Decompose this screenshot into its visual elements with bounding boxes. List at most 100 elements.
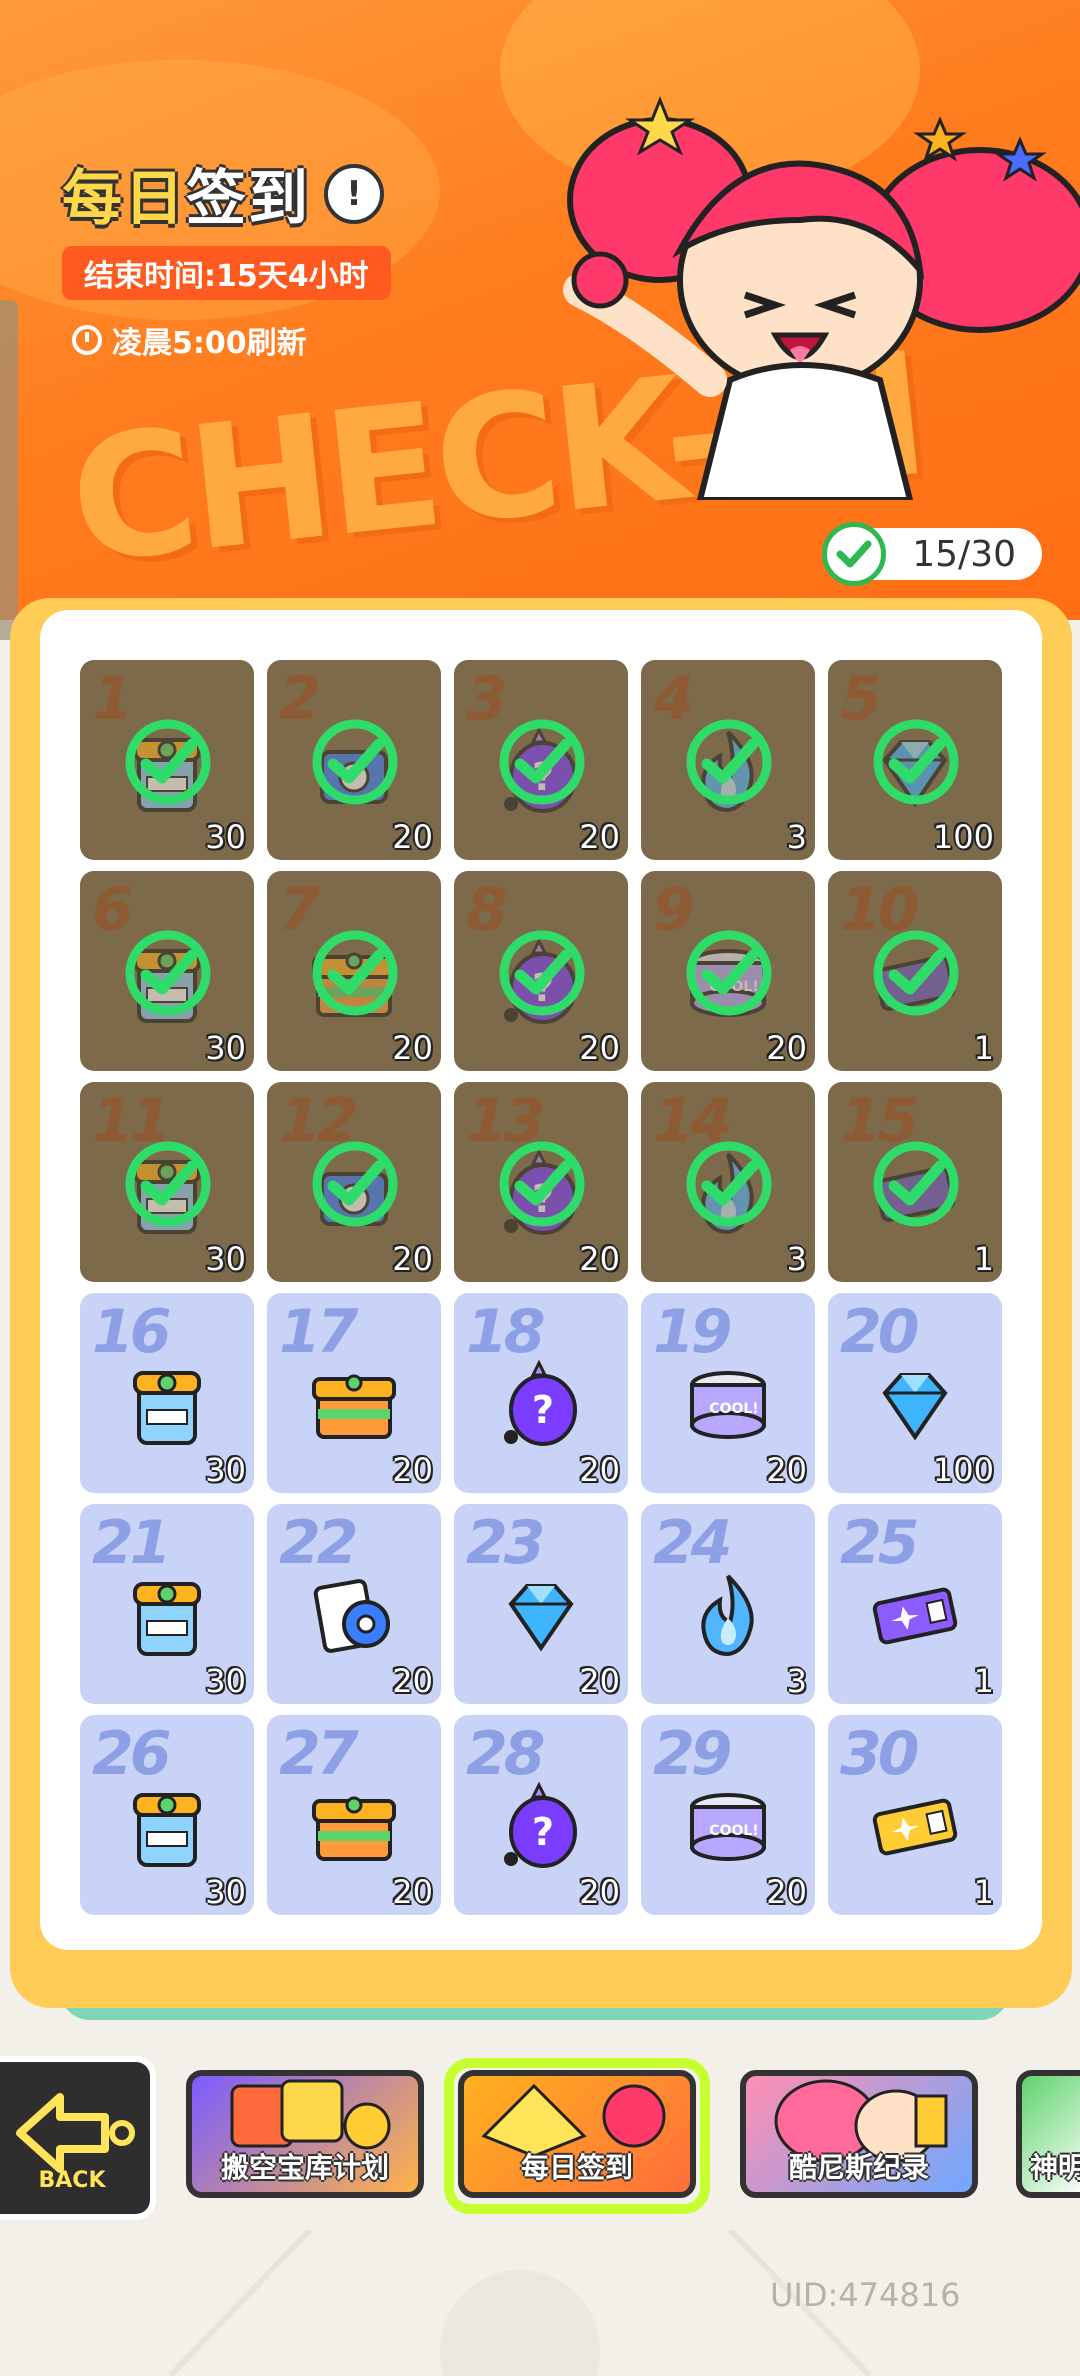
day-cell-1[interactable]: 1 30 <box>80 660 254 860</box>
refresh-info: 凌晨5:00刷新 <box>72 318 307 362</box>
claimed-check-icon <box>120 714 216 810</box>
reward-quantity: 1 <box>973 1662 994 1700</box>
reward-quantity: 20 <box>392 1240 433 1278</box>
day-cell-22[interactable]: 22 20 <box>267 1504 441 1704</box>
day-cell-7[interactable]: 7 20 <box>267 871 441 1071</box>
reward-quantity: 1 <box>973 1873 994 1911</box>
day-cell-21[interactable]: 21 30 <box>80 1504 254 1704</box>
treasure-box-icon <box>304 1777 404 1877</box>
nav-card-label: 酷尼斯纪录 <box>788 2151 929 2184</box>
reward-quantity: 20 <box>579 1662 620 1700</box>
claimed-check-icon <box>868 714 964 810</box>
title-part-1: 每日 <box>62 164 186 234</box>
reward-quantity: 1 <box>973 1029 994 1067</box>
day-cell-19[interactable]: 19 COOL! 20 <box>641 1293 815 1493</box>
reward-quantity: 3 <box>786 1662 807 1700</box>
claimed-check-icon <box>307 1136 403 1232</box>
nav-card-god[interactable]: 神明 <box>1016 2070 1080 2198</box>
svg-text:?: ? <box>532 1388 554 1432</box>
reward-quantity: 3 <box>786 818 807 856</box>
day-cell-11[interactable]: 11 30 <box>80 1082 254 1282</box>
nav-active-indicator <box>444 2058 710 2214</box>
day-cell-3[interactable]: 3? 20 <box>454 660 628 860</box>
day-grid: 1 30 2 20 3? 20 4 3 5 100 6 30 7 20 8? 20 9 COOL! 20 10 1 11 3… <box>80 660 1004 1915</box>
day-cell-2[interactable]: 2 20 <box>267 660 441 860</box>
reward-quantity: 30 <box>205 1029 246 1067</box>
reward-quantity: 20 <box>766 1029 807 1067</box>
back-button[interactable]: BACK <box>0 2056 156 2220</box>
day-cell-23[interactable]: 23 20 <box>454 1504 628 1704</box>
day-cell-17[interactable]: 17 20 <box>267 1293 441 1493</box>
day-cell-15[interactable]: 15 1 <box>828 1082 1002 1282</box>
claimed-check-icon <box>307 925 403 1021</box>
day-cell-10[interactable]: 10 1 <box>828 871 1002 1071</box>
check-icon <box>822 522 886 586</box>
day-cell-24[interactable]: 24 3 <box>641 1504 815 1704</box>
day-cell-29[interactable]: 29 COOL! 20 <box>641 1715 815 1915</box>
reward-quantity: 3 <box>786 1240 807 1278</box>
reward-quantity: 20 <box>579 1451 620 1489</box>
progress-text: 15/30 <box>912 533 1016 575</box>
exclamation-icon[interactable]: ! <box>324 163 384 224</box>
diamond-icon <box>491 1566 591 1666</box>
claimed-check-icon <box>120 925 216 1021</box>
day-cell-28[interactable]: 28? 20 <box>454 1715 628 1915</box>
hero-banner: CHECK-IN 每日签到 ! 结束时间:15天4小时 凌晨5:00刷新 <box>0 0 1080 620</box>
day-cell-20[interactable]: 20 100 <box>828 1293 1002 1493</box>
nav-card-record[interactable]: 酷尼斯纪录 <box>740 2070 978 2198</box>
day-cell-4[interactable]: 43 <box>641 660 815 860</box>
claimed-check-icon <box>120 1136 216 1232</box>
reward-quantity: 30 <box>205 1451 246 1489</box>
day-cell-14[interactable]: 14 3 <box>641 1082 815 1282</box>
title-part-2: 签到 <box>186 164 310 234</box>
reward-quantity: 20 <box>579 1029 620 1067</box>
day-cell-8[interactable]: 8? 20 <box>454 871 628 1071</box>
paint-bucket-icon <box>117 1777 217 1877</box>
nav-card-label: 搬空宝库计划 <box>220 2151 389 2184</box>
purple-egg-icon: ? <box>491 1355 591 1455</box>
reward-quantity: 100 <box>932 1451 994 1489</box>
film-roll-icon <box>304 1566 404 1666</box>
day-cell-27[interactable]: 27 20 <box>267 1715 441 1915</box>
day-cell-18[interactable]: 18? 20 <box>454 1293 628 1493</box>
treasure-box-icon <box>304 1355 404 1455</box>
gold-ticket-icon <box>865 1777 965 1877</box>
clock-icon <box>72 325 102 355</box>
reward-quantity: 20 <box>579 1873 620 1911</box>
paint-bucket-icon <box>117 1566 217 1666</box>
reward-quantity: 30 <box>205 1873 246 1911</box>
reward-quantity: 20 <box>579 818 620 856</box>
day-cell-30[interactable]: 30 1 <box>828 1715 1002 1915</box>
user-id: UID:474816 <box>770 2276 961 2314</box>
svg-text:COOL!: COOL! <box>709 1823 758 1839</box>
day-cell-5[interactable]: 5 100 <box>828 660 1002 860</box>
day-cell-26[interactable]: 26 30 <box>80 1715 254 1915</box>
day-cell-6[interactable]: 6 30 <box>80 871 254 1071</box>
day-cell-25[interactable]: 25 1 <box>828 1504 1002 1704</box>
day-cell-12[interactable]: 12 20 <box>267 1082 441 1282</box>
nav-card-vault-plan[interactable]: 搬空宝库计划 <box>186 2070 424 2198</box>
claimed-check-icon <box>681 1136 777 1232</box>
diamond-icon <box>865 1355 965 1455</box>
claimed-check-icon <box>494 714 590 810</box>
day-cell-16[interactable]: 16 30 <box>80 1293 254 1493</box>
page-title: 每日签到 <box>62 150 310 237</box>
reward-quantity: 30 <box>205 818 246 856</box>
bottom-decoration <box>170 2230 870 2376</box>
claimed-check-icon <box>681 925 777 1021</box>
day-cell-9[interactable]: 9 COOL! 20 <box>641 871 815 1071</box>
claimed-check-icon <box>494 1136 590 1232</box>
back-label: BACK <box>39 2168 107 2193</box>
title-group: 每日签到 ! <box>62 150 384 237</box>
blue-flame-icon <box>678 1566 778 1666</box>
reward-quantity: 20 <box>392 818 433 856</box>
claimed-check-icon <box>868 925 964 1021</box>
day-cell-13[interactable]: 13? 20 <box>454 1082 628 1282</box>
nav-card-label: 神明 <box>1030 2151 1080 2184</box>
claimed-check-icon <box>307 714 403 810</box>
side-handle[interactable] <box>0 300 18 640</box>
cool-can-icon: COOL! <box>678 1777 778 1877</box>
svg-text:COOL!: COOL! <box>709 1401 758 1417</box>
reward-quantity: 20 <box>392 1029 433 1067</box>
purple-ticket-icon <box>865 1566 965 1666</box>
